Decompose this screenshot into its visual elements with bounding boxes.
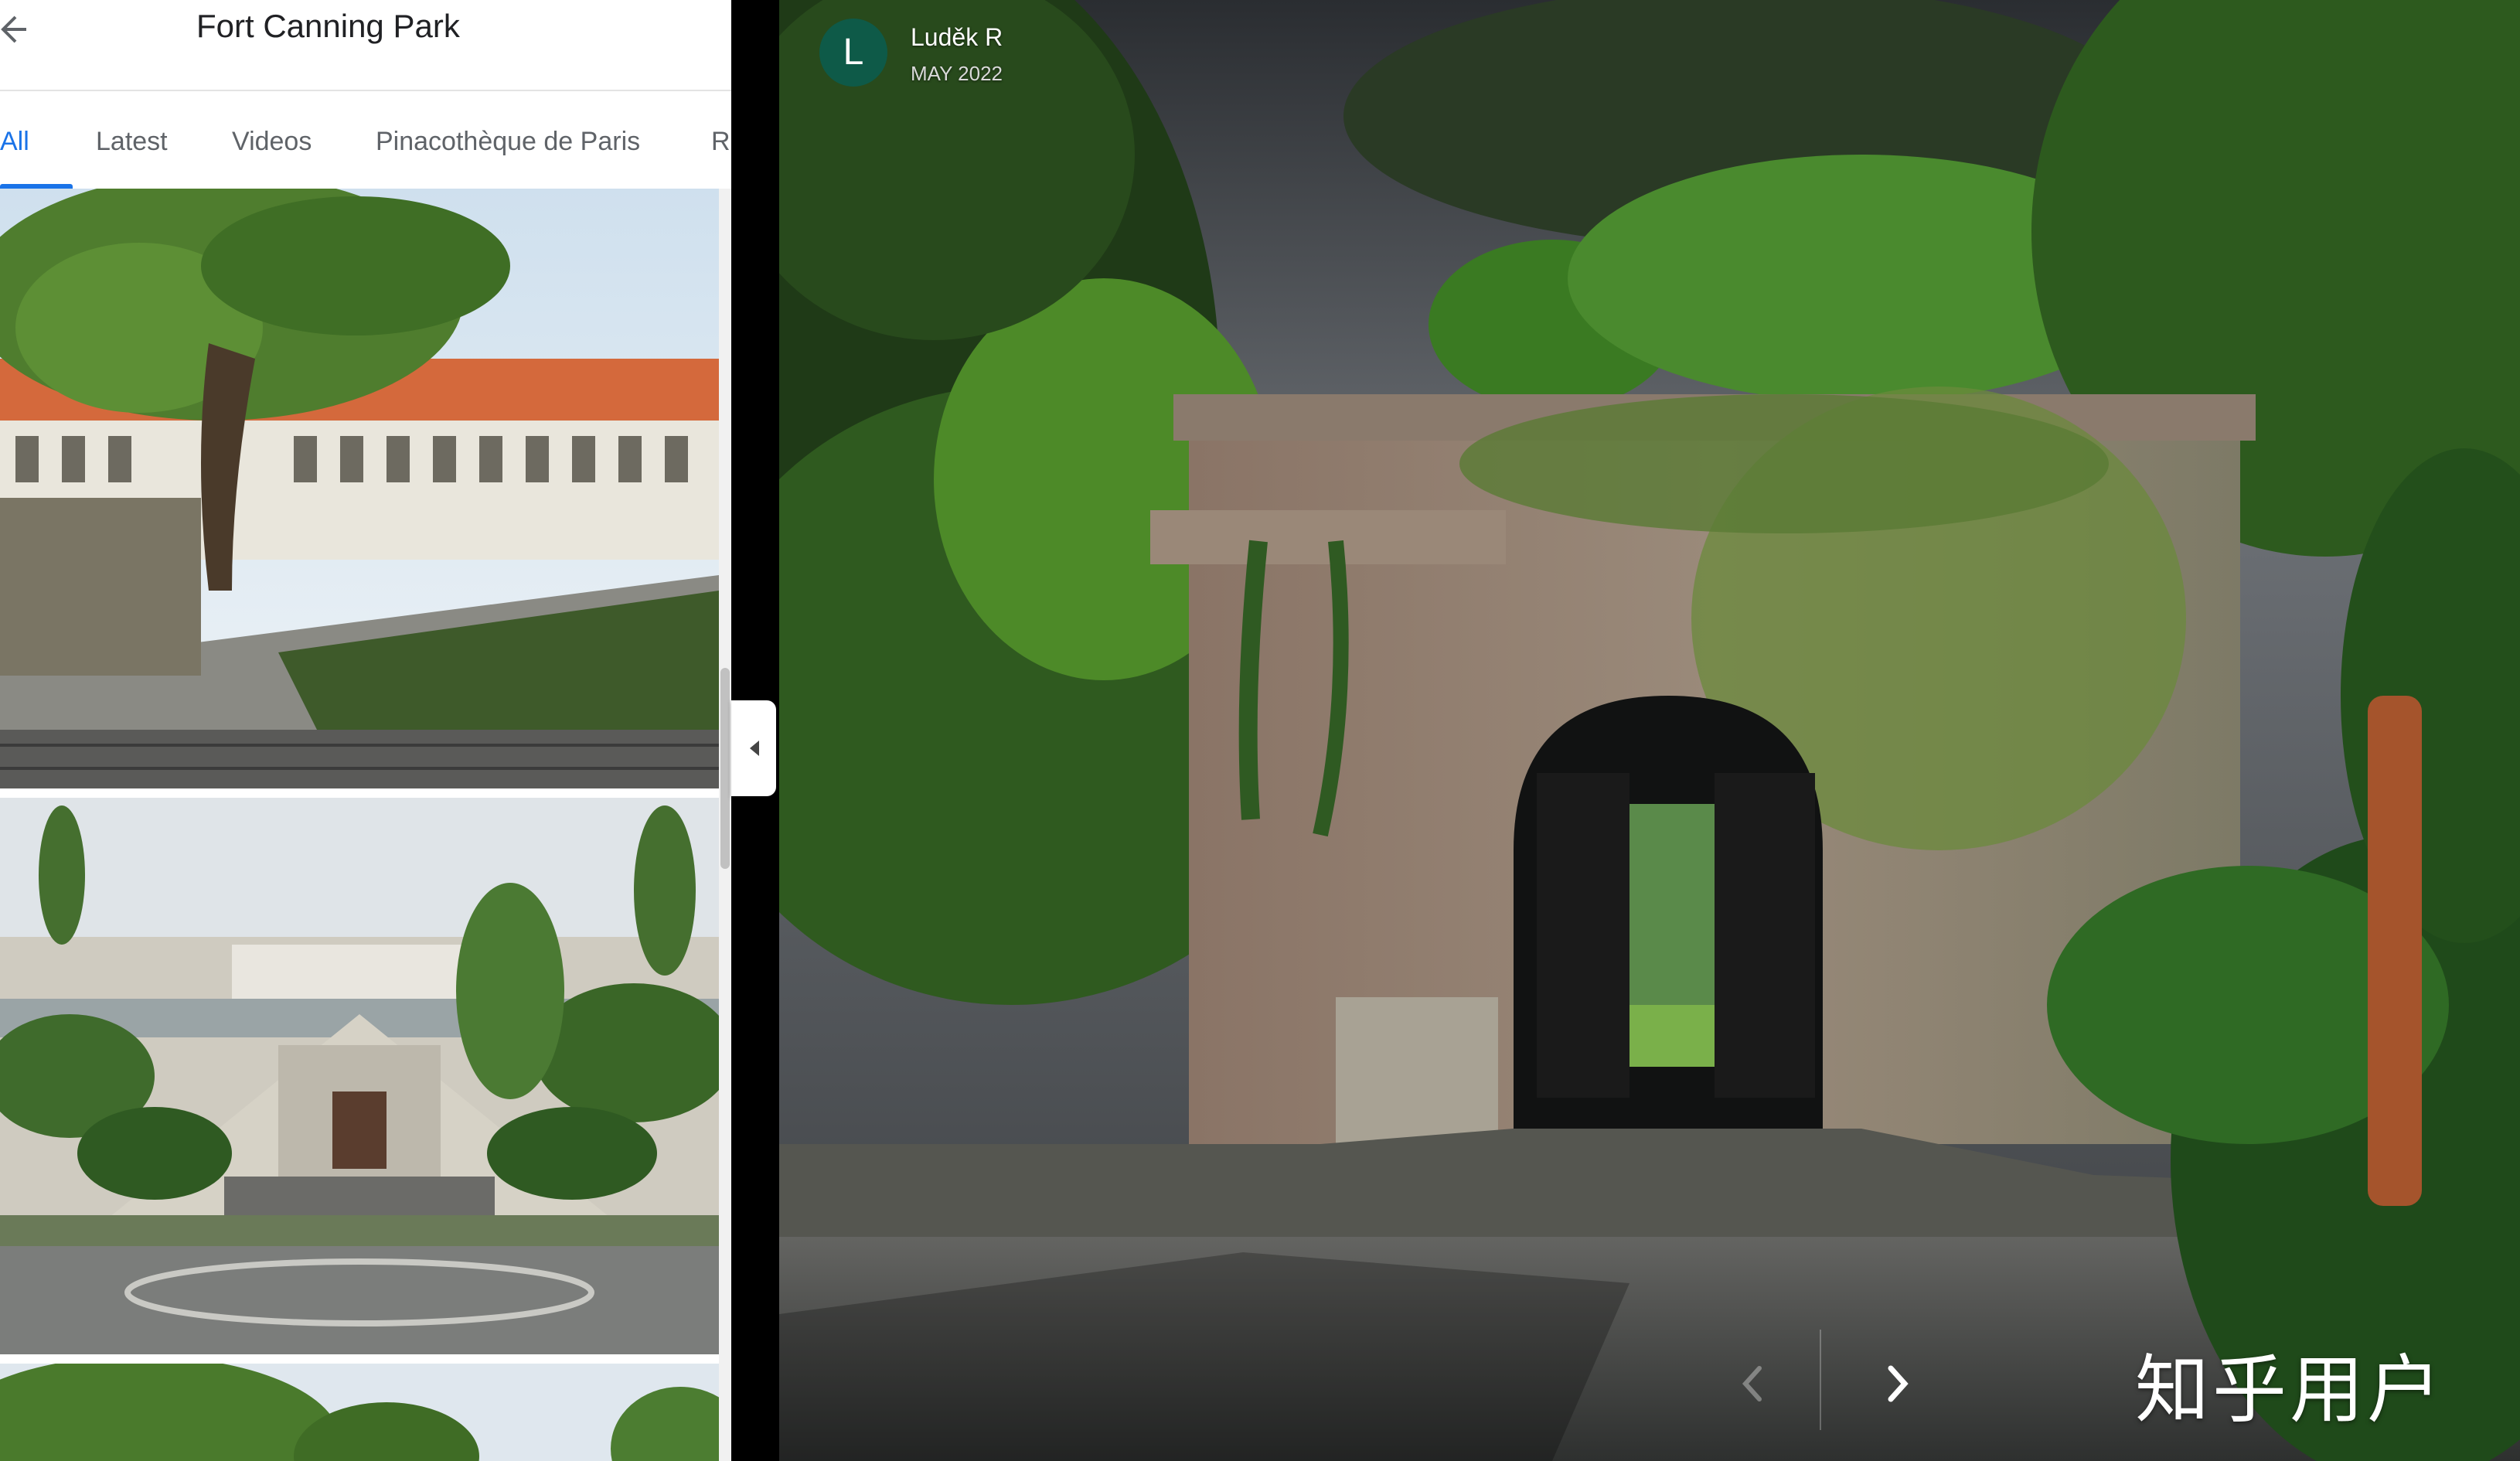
tab-pinacotheque-de-paris[interactable]: Pinacothèque de Paris xyxy=(376,127,640,157)
photo-date: MAY 2022 xyxy=(911,62,1003,85)
arrow-left-icon xyxy=(1,15,26,43)
photo-thumbnail[interactable] xyxy=(0,1364,719,1461)
tab-videos[interactable]: Videos xyxy=(232,127,312,157)
photo-thumbnail[interactable] xyxy=(0,798,719,1354)
photo-viewer: L Luděk R MAY 2022 知乎用户 xyxy=(779,0,2520,1461)
photo-list-panel: Fort Canning Park All Latest Videos Pina… xyxy=(0,0,731,1461)
tab-latest[interactable]: Latest xyxy=(96,127,168,157)
main-photo xyxy=(779,0,2520,1461)
author-name[interactable]: Luděk R xyxy=(911,23,1003,52)
back-button[interactable] xyxy=(0,5,31,51)
tab-more[interactable]: R xyxy=(711,127,730,157)
place-title: Fort Canning Park xyxy=(196,8,460,44)
header: Fort Canning Park xyxy=(0,0,731,91)
previous-photo-button[interactable] xyxy=(1722,1345,1784,1422)
next-photo-button[interactable] xyxy=(1866,1345,1928,1422)
caret-left-icon xyxy=(750,741,759,756)
avatar[interactable]: L xyxy=(819,19,887,87)
scrollbar-thumb[interactable] xyxy=(720,668,730,869)
tab-all[interactable]: All xyxy=(0,127,29,157)
chevron-right-icon xyxy=(1888,1365,1909,1402)
scrollbar[interactable] xyxy=(719,189,731,1461)
photo-tabs: All Latest Videos Pinacothèque de Paris … xyxy=(0,108,731,190)
watermark-text: 知乎用户 xyxy=(2135,1347,2444,1433)
chevron-left-icon xyxy=(1742,1366,1762,1401)
nav-divider xyxy=(1820,1330,1821,1430)
collapse-panel-button[interactable] xyxy=(731,700,776,796)
photo-thumbnail[interactable] xyxy=(0,189,719,788)
photo-gallery xyxy=(0,189,731,1461)
